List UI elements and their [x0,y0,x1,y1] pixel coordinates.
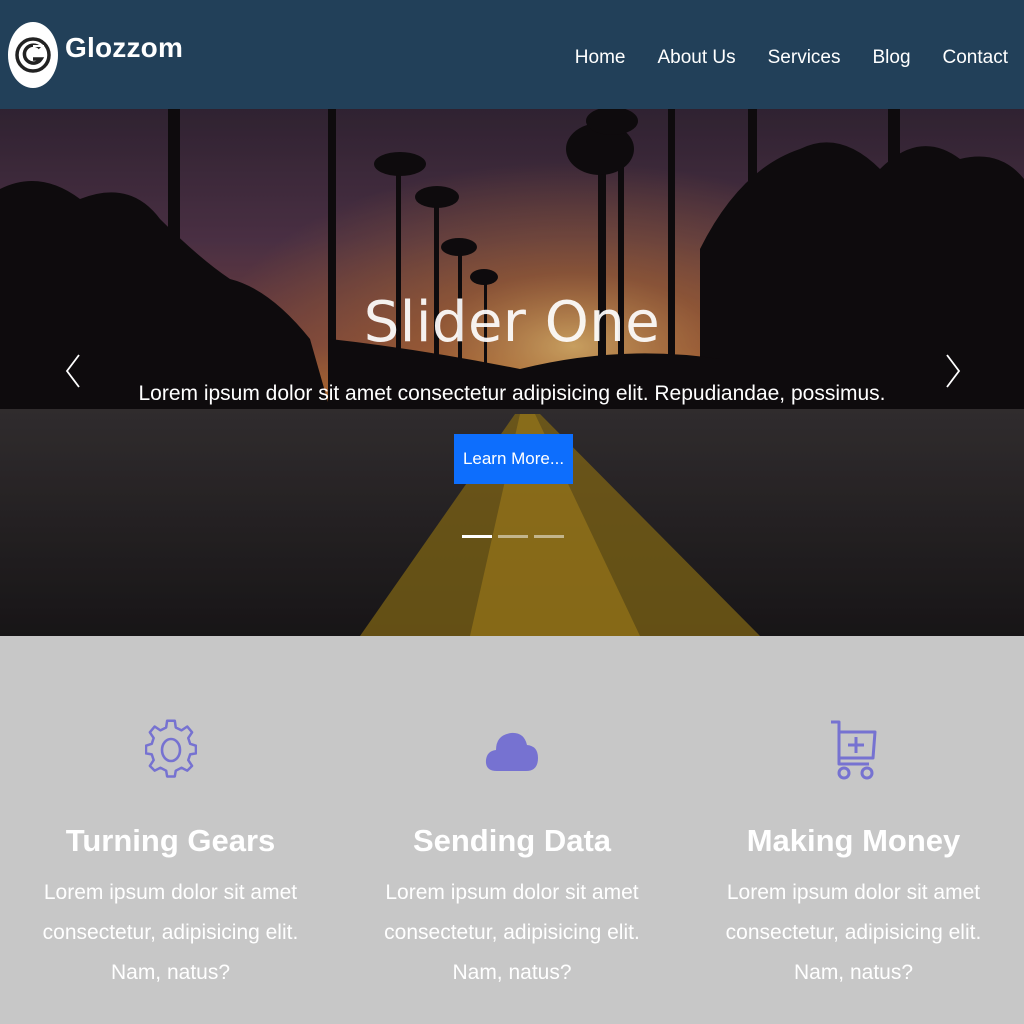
features-section: Turning Gears Lorem ipsum dolor sit amet… [0,636,1024,1024]
glozzom-logo-icon [8,21,58,88]
feature-title: Sending Data [412,823,612,858]
feature-title: Turning Gears [65,823,276,858]
feature-title: Making Money [746,823,961,858]
brand-link[interactable]: Glozzom [8,21,184,88]
carousel-indicator-3[interactable] [534,535,564,538]
feature-text: Lorem ipsum dolor sit amet consectetur, … [42,881,299,984]
nav-blog[interactable]: Blog [872,47,910,69]
feature-text: Lorem ipsum dolor sit amet consectetur, … [725,881,982,984]
carousel-indicator-1[interactable] [462,535,492,538]
carousel-indicator-2[interactable] [498,535,528,538]
feature-making-money: Making Money Lorem ipsum dolor sit amet … [683,636,1024,1024]
nav-home[interactable]: Home [575,47,626,69]
slide-title: Slider One [363,290,661,355]
nav-links: Home About Us Services Blog Contact [543,47,1008,69]
gear-icon [0,718,341,782]
slide-text: Lorem ipsum dolor sit amet consectetur a… [138,382,886,405]
hero-background-image [0,109,1024,636]
navbar: Glozzom Home About Us Services Blog Cont… [0,0,1024,109]
cart-plus-icon [683,718,1024,782]
feature-sending-data: Sending Data Lorem ipsum dolor sit amet … [341,636,683,1024]
hero-carousel: Slider One Lorem ipsum dolor sit amet co… [0,109,1024,636]
nav-contact[interactable]: Contact [943,47,1008,69]
nav-about-us[interactable]: About Us [657,47,735,69]
nav-services[interactable]: Services [768,47,841,69]
feature-text: Lorem ipsum dolor sit amet consectetur, … [384,881,640,984]
feature-turning-gears: Turning Gears Lorem ipsum dolor sit amet… [0,636,341,1024]
brand-name: Glozzom [65,31,184,63]
cloud-icon [341,718,683,782]
learn-more-button[interactable]: Learn More... [454,434,573,484]
carousel-indicators [462,535,570,538]
